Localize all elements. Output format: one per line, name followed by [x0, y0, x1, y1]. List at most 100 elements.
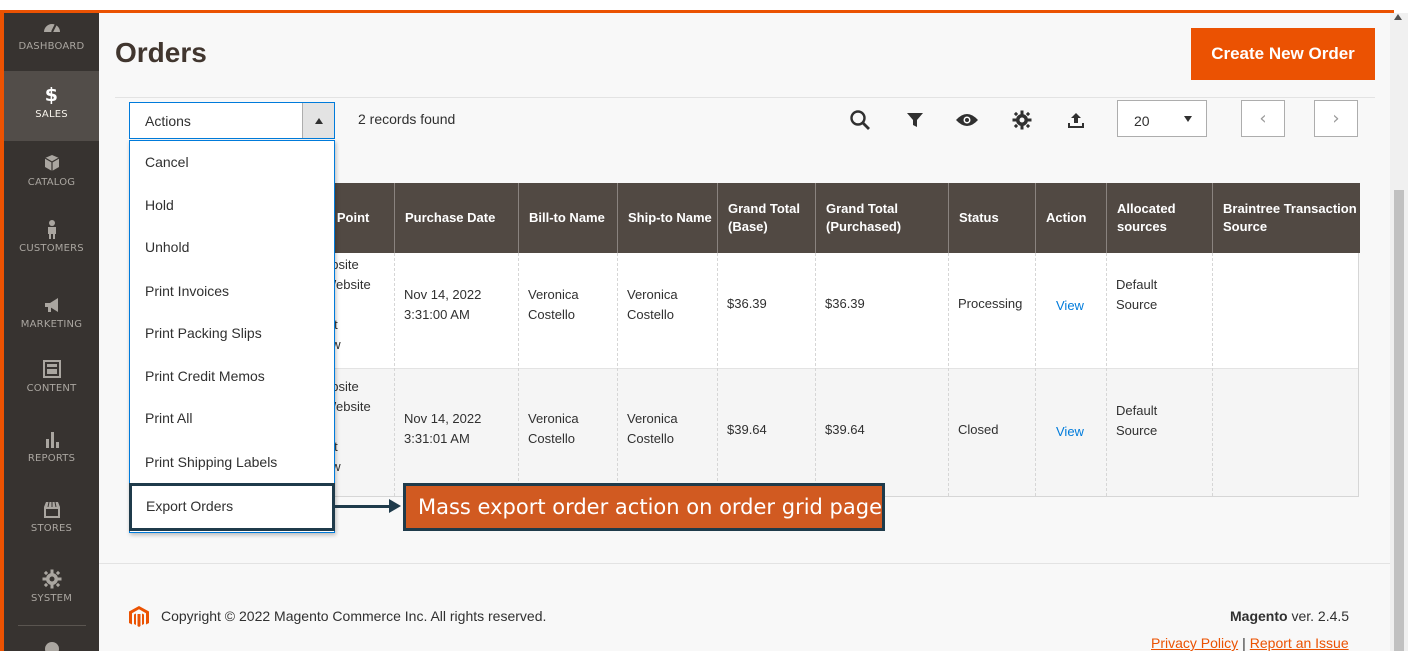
column-header-grand-total-purchased[interactable]: Grand Total (Purchased) [815, 183, 948, 253]
sidebar-item-label: DASHBOARD [18, 41, 85, 52]
sidebar-item-more[interactable] [4, 637, 99, 651]
sidebar-divider [18, 625, 86, 626]
sidebar-item-reports[interactable]: REPORTS [4, 429, 99, 487]
cell-line: Veronica [627, 287, 678, 302]
view-order-link[interactable]: View [1056, 422, 1084, 442]
chevron-down-icon [1184, 116, 1192, 122]
sidebar-item-sales[interactable]: $ SALES [4, 71, 99, 141]
column-header-status[interactable]: Status [948, 183, 1035, 253]
per-page-value: 20 [1134, 113, 1150, 129]
cell-line: Nov 14, 2022 [404, 411, 482, 426]
link-separator: | [1242, 635, 1246, 651]
cell-line: Costello [528, 431, 575, 446]
cell-ship-to: Veronica Costello [627, 285, 678, 325]
next-page-button[interactable]: › [1314, 100, 1358, 137]
layout-icon [42, 360, 61, 378]
actions-select-value: Actions [145, 113, 191, 129]
sidebar-item-catalog[interactable]: CATALOG [4, 153, 99, 211]
sidebar-item-label: CUSTOMERS [19, 243, 84, 254]
create-new-order-button[interactable]: Create New Order [1191, 28, 1375, 80]
chevron-up-icon [314, 117, 323, 124]
actions-toggle[interactable] [302, 103, 334, 138]
cell-allocated-sources: Default Source [1116, 275, 1157, 315]
view-button[interactable] [954, 107, 980, 133]
column-header-allocated-sources[interactable]: Allocated sources [1106, 183, 1212, 253]
main-content: Orders Create New Order Actions 2 record… [99, 13, 1390, 651]
callout-arrow-line [335, 505, 395, 508]
scroll-up-arrow-icon[interactable] [1394, 14, 1402, 20]
column-header-ship-to[interactable]: Ship-to Name [617, 183, 717, 253]
column-divider [717, 253, 718, 496]
sidebar-item-system[interactable]: SYSTEM [4, 569, 99, 627]
view-order-link[interactable]: View [1056, 296, 1084, 316]
sidebar-item-label: CONTENT [26, 383, 77, 394]
app-window: DASHBOARD $ SALES CATALOG CUSTOMERS MARK… [0, 0, 1408, 651]
cell-line: 3:31:00 AM [404, 307, 470, 322]
column-header-purchase-date[interactable]: Purchase Date [394, 183, 518, 253]
column-divider [815, 253, 816, 496]
cell-bill-to: Veronica Costello [528, 285, 579, 325]
filters-button[interactable] [902, 107, 928, 133]
export-button[interactable] [1063, 107, 1089, 133]
sidebar-item-label: CATALOG [27, 177, 76, 188]
columns-button[interactable] [1009, 107, 1035, 133]
brand-name: Magento [1230, 608, 1288, 624]
column-header-grand-total-base[interactable]: Grand Total (Base) [717, 183, 815, 253]
column-header-purchase-point[interactable]: e Point [326, 183, 394, 253]
sidebar-item-customers[interactable]: CUSTOMERS [4, 219, 99, 277]
sidebar-item-stores[interactable]: STORES [4, 499, 99, 557]
actions-select[interactable]: Actions [129, 102, 335, 139]
cell-grand-total-base: $39.64 [727, 422, 767, 437]
cell-line: Veronica [627, 411, 678, 426]
menu-item-hold[interactable]: Hold [130, 184, 334, 226]
menu-item-print-shipping-labels[interactable]: Print Shipping Labels [130, 441, 334, 483]
search-button[interactable] [847, 107, 873, 133]
admin-sidebar: DASHBOARD $ SALES CATALOG CUSTOMERS MARK… [0, 13, 99, 651]
per-page-select[interactable]: 20 [1117, 100, 1207, 137]
bar-chart-icon [45, 432, 59, 448]
gear-icon [42, 569, 61, 589]
menu-item-print-all[interactable]: Print All [130, 397, 334, 439]
column-header-action: Action [1035, 183, 1106, 253]
report-issue-link[interactable]: Report an Issue [1250, 635, 1349, 651]
sidebar-item-marketing[interactable]: MARKETING [4, 295, 99, 353]
sidebar-item-dashboard[interactable]: DASHBOARD [4, 13, 99, 71]
menu-item-print-credit-memos[interactable]: Print Credit Memos [130, 355, 334, 397]
menu-item-export-orders[interactable]: Export Orders [129, 483, 335, 531]
column-divider [1106, 253, 1107, 496]
copyright-text: Copyright © 2022 Magento Commerce Inc. A… [161, 608, 547, 624]
footer-links: Privacy Policy | Report an Issue [1151, 635, 1349, 651]
sidebar-item-content[interactable]: CONTENT [4, 359, 99, 417]
menu-item-cancel[interactable]: Cancel [130, 141, 334, 183]
annotation-callout: Mass export order action on order grid p… [403, 483, 885, 531]
cell-status: Processing [958, 296, 1023, 311]
privacy-policy-link[interactable]: Privacy Policy [1151, 635, 1238, 651]
cell-grand-total-purchased: $39.64 [825, 422, 865, 437]
cell-ship-to: Veronica Costello [627, 409, 678, 449]
prev-page-button[interactable]: ‹ [1241, 100, 1285, 137]
actions-dropdown-menu: Cancel Hold Unhold Print Invoices Print … [129, 140, 335, 533]
store-icon [43, 501, 60, 518]
menu-item-print-packing-slips[interactable]: Print Packing Slips [130, 312, 334, 354]
cell-line: Costello [627, 431, 674, 446]
cell-purchase-date: Nov 14, 2022 3:31:01 AM [404, 409, 481, 449]
cell-line: Costello [627, 307, 674, 322]
gear-icon [1012, 110, 1032, 130]
person-icon [47, 220, 56, 239]
menu-item-unhold[interactable]: Unhold [130, 226, 334, 268]
arrow-right-icon [389, 499, 401, 513]
sidebar-item-label: STORES [30, 523, 73, 534]
cell-purchase-date: Nov 14, 2022 3:31:00 AM [404, 285, 481, 325]
column-header-bill-to[interactable]: Bill-to Name [518, 183, 617, 253]
cell-status: Closed [958, 422, 999, 437]
cell-line: Costello [528, 307, 575, 322]
cell-line: Default [1116, 277, 1158, 292]
column-header-braintree-source[interactable]: Braintree Transaction Source [1212, 183, 1359, 253]
menu-item-print-invoices[interactable]: Print Invoices [130, 270, 334, 312]
scrollbar-thumb[interactable] [1394, 190, 1404, 651]
version-number: ver. 2.4.5 [1287, 608, 1350, 624]
box-icon [44, 155, 59, 171]
sidebar-item-label: SYSTEM [30, 593, 73, 604]
magento-logo-icon [129, 606, 149, 627]
megaphone-icon [44, 298, 58, 312]
